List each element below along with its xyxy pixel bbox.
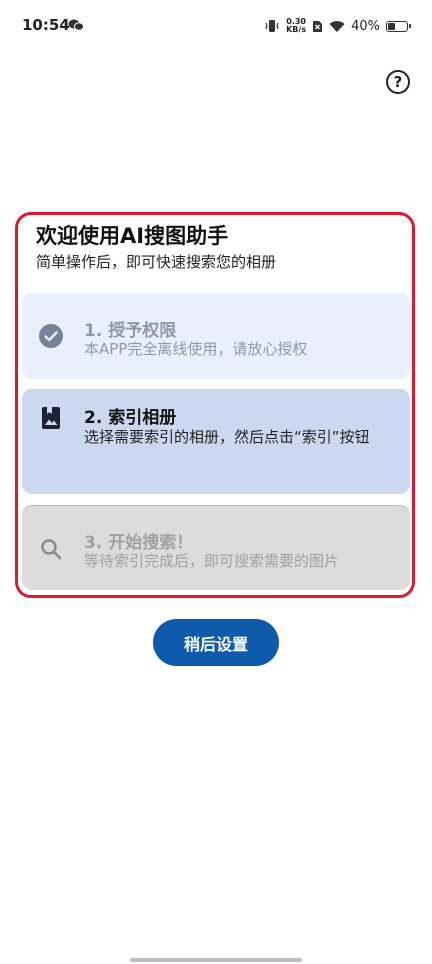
wechat-icon [68,19,84,31]
setup-later-button[interactable]: 稍后设置 [153,619,279,666]
step-title: 3. 开始搜索！ [84,533,194,553]
battery-percent: 40% [351,18,380,34]
step-grant-permission[interactable]: 1. 授予权限 本APP完全离线使用，请放心授权 [22,293,410,379]
step-description: 等待索引完成后，即可搜索需要的图片 [84,552,340,570]
sim-disabled-icon [313,20,323,32]
search-icon [41,539,62,560]
photo-album-icon [42,407,60,429]
welcome-subtitle: 简单操作后，即可快速搜索您的相册 [36,253,277,271]
status-bar: 10:54 0.30 KB/s 40% [0,0,432,52]
help-icon: ? [393,73,403,91]
step-description: 本APP完全离线使用，请放心授权 [84,340,308,358]
help-button[interactable]: ? [386,70,410,94]
vibrate-icon [265,20,279,32]
wifi-icon [329,20,345,32]
step-start-search[interactable]: 3. 开始搜索！ 等待索引完成后，即可搜索需要的图片 [22,505,410,590]
net-speed: 0.30 KB/s [286,17,307,34]
step-description: 选择需要索引的相册，然后点击“索引”按钮 [84,428,370,446]
welcome-title: 欢迎使用AI搜图助手 [36,224,229,248]
status-icons: 0.30 KB/s 40% [264,16,411,36]
home-indicator[interactable] [130,958,302,962]
step-index-album[interactable]: 2. 索引相册 选择需要索引的相册，然后点击“索引”按钮 [22,389,410,494]
step-title: 2. 索引相册 [84,408,177,428]
battery-icon [386,20,411,32]
status-time: 10:54 [22,16,70,34]
step-title: 1. 授予权限 [84,321,177,341]
check-circle-icon [39,324,63,348]
